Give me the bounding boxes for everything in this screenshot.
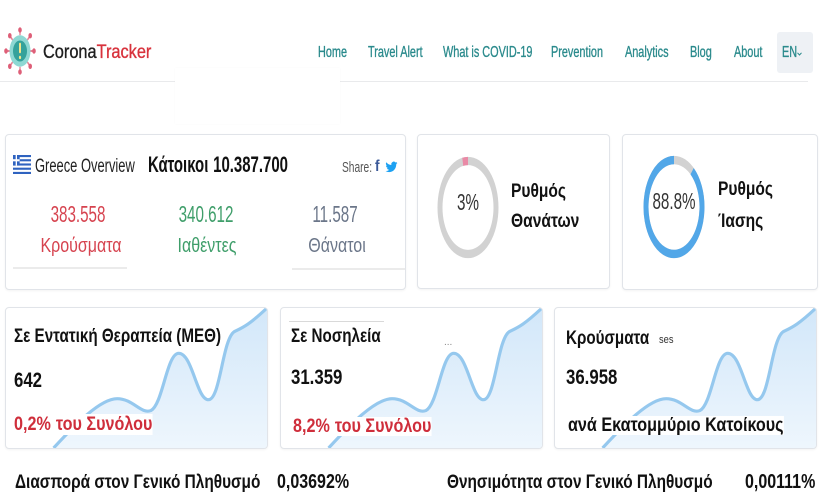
facebook-icon[interactable]: f bbox=[375, 159, 380, 175]
chevron-down-icon bbox=[797, 52, 802, 56]
deaths-underline bbox=[292, 268, 405, 270]
cases-underline bbox=[13, 267, 127, 269]
nav-analytics[interactable]: Analytics bbox=[625, 44, 669, 61]
cases-per-million-card: Κρούσματα ses 36.958 ανά Εκατομμύριο Κατ… bbox=[554, 307, 817, 449]
nav-what-is-covid[interactable]: What is COVID-19 bbox=[443, 44, 533, 61]
death-rate-label-line1: Ρυθμός bbox=[511, 181, 567, 202]
virus-icon bbox=[4, 27, 36, 75]
recovery-rate-label-line1: Ρυθμός bbox=[718, 179, 774, 200]
page: CoronaTracker Home Travel Alert What is … bbox=[0, 0, 840, 504]
hospitalized-title: Σε Νοσηλεία bbox=[291, 327, 384, 346]
nav-prevention[interactable]: Prevention bbox=[551, 44, 603, 61]
blank-overlay bbox=[175, 68, 340, 124]
stat-label: Κρούσματα bbox=[40, 235, 122, 257]
icu-share: 0,2% του Συνόλου bbox=[14, 414, 153, 435]
title-divider bbox=[289, 321, 384, 322]
hospitalized-value: 31.359 bbox=[291, 366, 343, 389]
icu-value: 642 bbox=[14, 369, 43, 392]
greece-flag-icon bbox=[13, 155, 31, 174]
hospitalized-percent: 8,2% bbox=[293, 416, 330, 437]
death-rate-card: 3% Ρυθμός Θανάτων bbox=[417, 134, 610, 289]
hospitalized-percent-suffix: του Συνόλου bbox=[334, 416, 432, 437]
nav-home[interactable]: Home bbox=[318, 44, 347, 61]
language-selector[interactable]: EN bbox=[777, 32, 813, 73]
nav-travel-alert[interactable]: Travel Alert bbox=[368, 44, 423, 61]
stat-label: Ιαθέντες bbox=[177, 235, 237, 257]
stat-value: 340.612 bbox=[178, 201, 234, 227]
hospitalized-share: 8,2% του Συνόλου bbox=[293, 416, 432, 437]
ring-progress-arc bbox=[462, 156, 469, 166]
cases-per-million-tag: ses bbox=[659, 334, 674, 346]
spread-label: Διασπορά στον Γενικό Πληθυσμό bbox=[15, 472, 261, 493]
overview-title: Greece Overview bbox=[35, 156, 135, 177]
hospitalized-card: Σε Νοσηλεία ... 31.359 8,2% του Συνόλου bbox=[280, 307, 543, 449]
population: Κάτοικοι 10.387.700 bbox=[148, 154, 288, 176]
population-label: Κάτοικοι bbox=[148, 152, 209, 177]
hospitalized-extra: ... bbox=[444, 337, 453, 348]
nav-blog[interactable]: Blog bbox=[690, 44, 712, 61]
recovery-rate-value: 88.8% bbox=[652, 188, 696, 214]
brand-name: CoronaTracker bbox=[43, 42, 152, 63]
recovery-rate-label-line2: Ίασης bbox=[718, 211, 764, 232]
share-label: Share: bbox=[342, 159, 373, 176]
language-label: EN bbox=[782, 44, 798, 61]
brand-part-tracker: Tracker bbox=[96, 42, 152, 63]
mortality-label: Θνησιμότητα στον Γενικό Πληθυσμό bbox=[447, 472, 713, 493]
icu-card: Σε Εντατική Θεραπεία (ΜΕΘ) 642 0,2% του Σ… bbox=[5, 307, 268, 449]
header-divider bbox=[0, 81, 808, 82]
icu-percent-suffix: του Συνόλου bbox=[55, 414, 153, 435]
twitter-icon[interactable] bbox=[385, 160, 398, 174]
population-value: 10.387.700 bbox=[213, 152, 288, 177]
death-rate-label-line2: Θανάτων bbox=[511, 211, 580, 232]
brand-part-corona: Corona bbox=[43, 42, 97, 63]
stat-value: 11.587 bbox=[312, 201, 358, 227]
nav-about[interactable]: About bbox=[734, 44, 763, 61]
country-overview-card: Greece Overview Κάτοικοι 10.387.700 Share… bbox=[5, 134, 406, 290]
death-rate-value: 3% bbox=[457, 189, 479, 215]
spread-value: 0,03692% bbox=[277, 471, 350, 493]
icu-percent: 0,2% bbox=[14, 414, 51, 435]
mortality-value: 0,00111% bbox=[745, 471, 816, 493]
cases-per-million-subtitle: ανά Εκατομμύριο Κατοίκους bbox=[568, 415, 784, 436]
icu-title: Σε Εντατική Θεραπεία (ΜΕΘ) bbox=[14, 326, 222, 347]
stat-value: 383.558 bbox=[50, 201, 106, 227]
stat-label: Θάνατοι bbox=[308, 235, 366, 257]
cases-per-million-title: Κρούσματα bbox=[566, 328, 650, 349]
recovery-rate-card: 88.8% Ρυθμός Ίασης bbox=[622, 134, 818, 290]
cases-per-million-value: 36.958 bbox=[566, 366, 618, 389]
